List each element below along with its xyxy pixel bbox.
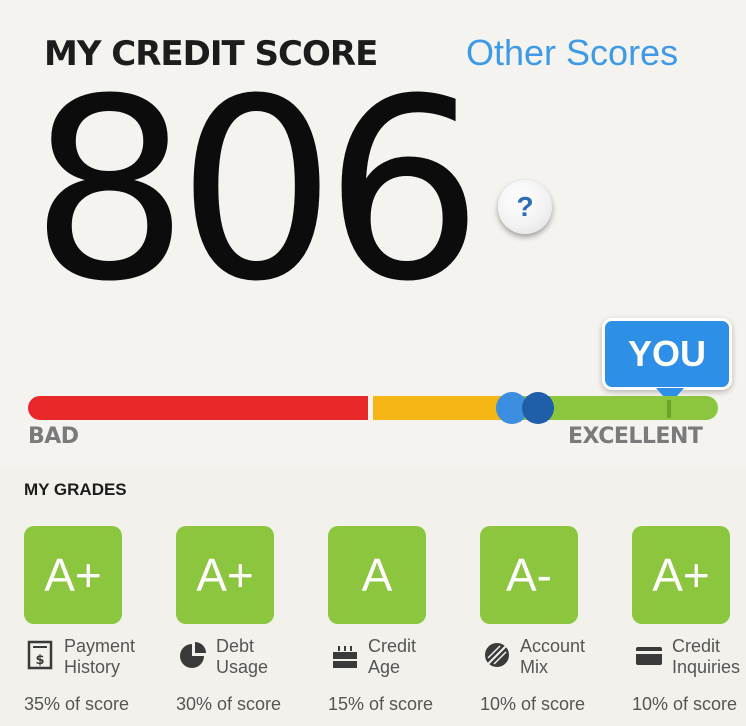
grade-label: Debt Usage	[216, 636, 269, 677]
grade-badge: A+	[176, 526, 274, 624]
svg-text:$: $	[35, 653, 44, 668]
striped-pie-icon	[485, 643, 509, 667]
grade-badge: A+	[24, 526, 122, 624]
you-position-needle	[667, 400, 671, 418]
pie-chart-icon	[180, 642, 206, 668]
grade-weight: 15% of score	[328, 694, 434, 714]
grade-card-credit-age[interactable]: A Credit Age 15% of score	[328, 526, 480, 726]
range-bar-bad-segment	[28, 396, 368, 420]
range-label-bad: BAD	[28, 424, 79, 449]
range-label-excellent: EXCELLENT	[568, 424, 703, 449]
birthday-cake-icon	[333, 646, 357, 668]
grade-label: Credit Inquiries	[672, 636, 741, 677]
grade-label: Payment History	[64, 636, 136, 677]
other-scores-link[interactable]: Other Scores	[466, 32, 678, 74]
credit-score-value: 806	[30, 45, 483, 336]
credit-card-icon	[636, 647, 662, 665]
help-button[interactable]: ?	[498, 180, 552, 234]
range-bar-fair-segment	[373, 396, 501, 420]
payment-history-icon: $	[27, 640, 53, 670]
grades-heading: MY GRADES	[24, 480, 127, 499]
grade-weight: 10% of score	[632, 694, 738, 714]
grade-card-credit-inquiries[interactable]: A+ Credit Inquiries 10% of score	[632, 526, 746, 726]
you-marker-bubble: YOU	[602, 318, 732, 390]
grade-card-payment-history[interactable]: A+ $ Payment History 35% of score	[24, 526, 176, 726]
grade-badge: A+	[632, 526, 730, 624]
range-marker-dark-dot	[522, 392, 554, 424]
grade-badge: A-	[480, 526, 578, 624]
grade-weight: 30% of score	[176, 694, 282, 714]
grade-weight: 10% of score	[480, 694, 586, 714]
grade-badge: A	[328, 526, 426, 624]
grade-card-debt-usage[interactable]: A+ Debt Usage 30% of score	[176, 526, 328, 726]
grade-weight: 35% of score	[24, 694, 130, 714]
grade-label: Account Mix	[520, 636, 586, 677]
grade-label: Credit Age	[368, 636, 417, 677]
grade-card-account-mix[interactable]: A- Account Mix 10% of score	[480, 526, 632, 726]
